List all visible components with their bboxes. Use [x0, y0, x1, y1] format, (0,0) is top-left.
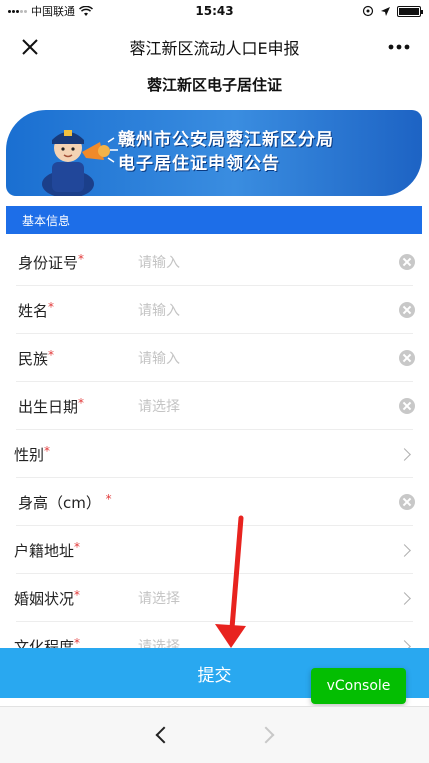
- field-label: 性别: [14, 445, 45, 464]
- police-mascot-icon: [42, 130, 118, 196]
- marital-status-select[interactable]: 请选择: [138, 588, 400, 608]
- clear-icon[interactable]: [399, 302, 415, 318]
- page-title: 蓉江新区电子居住证: [146, 76, 282, 94]
- bottom-toolbar: [0, 706, 429, 763]
- chevron-right-icon[interactable]: [398, 447, 411, 461]
- vconsole-button[interactable]: vConsole: [311, 668, 406, 704]
- required-mark: *: [78, 395, 85, 410]
- section-header: 基本信息: [6, 206, 422, 234]
- clear-icon[interactable]: [399, 350, 415, 366]
- field-label: 身份证号: [18, 253, 79, 272]
- form-row-height[interactable]: 身高（cm） *: [0, 478, 429, 526]
- nav-title: 蓉江新区流动人口E申报: [129, 39, 300, 58]
- back-icon[interactable]: [155, 726, 172, 744]
- banner-title-line1: 赣州市公安局蓉江新区分局: [118, 130, 334, 150]
- field-label: 出生日期: [18, 397, 79, 416]
- form-row-ethnicity[interactable]: 民族* 请输入: [0, 334, 429, 382]
- required-mark: *: [44, 443, 51, 458]
- field-label: 民族: [18, 349, 49, 368]
- ethnicity-input[interactable]: 请输入: [138, 348, 399, 368]
- required-mark: *: [74, 539, 81, 554]
- clear-icon[interactable]: [399, 398, 415, 414]
- status-time: 15:43: [195, 4, 234, 18]
- form-row-household-address[interactable]: 户籍地址*: [0, 526, 429, 574]
- required-mark: *: [105, 491, 112, 506]
- chevron-right-icon[interactable]: [398, 543, 411, 557]
- banner-title-line2: 电子居住证申领公告: [118, 154, 280, 174]
- clear-icon[interactable]: [399, 494, 415, 510]
- more-icon[interactable]: [369, 22, 429, 72]
- form-row-birth-date[interactable]: 出生日期* 请选择: [0, 382, 429, 430]
- forward-icon[interactable]: [257, 726, 274, 744]
- location-icon: [362, 5, 374, 17]
- form-row-marital-status[interactable]: 婚姻状况* 请选择: [0, 574, 429, 622]
- form-row-gender[interactable]: 性别*: [0, 430, 429, 478]
- form-row-id-number[interactable]: 身份证号* 请输入: [0, 238, 429, 286]
- battery-icon: [397, 5, 423, 17]
- chevron-right-icon[interactable]: [398, 591, 411, 605]
- close-icon[interactable]: [0, 22, 60, 72]
- navigation-icon: [381, 6, 390, 16]
- field-label: 身高（cm）: [18, 493, 101, 512]
- required-mark: *: [74, 587, 81, 602]
- carrier-label: 中国联通: [31, 5, 75, 18]
- required-mark: *: [48, 299, 55, 314]
- form-list: 身份证号* 请输入 姓名* 请输入 民族* 请输入 出生日期* 请选择 性别* …: [0, 238, 429, 670]
- required-mark: *: [48, 347, 55, 362]
- clear-icon[interactable]: [399, 254, 415, 270]
- field-label: 姓名: [18, 301, 49, 320]
- name-input[interactable]: 请输入: [138, 300, 399, 320]
- nav-bar: 蓉江新区流动人口E申报: [0, 22, 429, 72]
- announcement-banner[interactable]: 赣州市公安局蓉江新区分局 电子居住证申领公告: [6, 110, 422, 196]
- field-label: 婚姻状况: [14, 589, 75, 608]
- required-mark: *: [78, 251, 85, 266]
- field-label: 户籍地址: [14, 541, 75, 560]
- birth-date-picker[interactable]: 请选择: [138, 396, 399, 416]
- signal-icon: [8, 9, 27, 13]
- wifi-icon: [79, 5, 93, 16]
- status-bar: 中国联通 15:43: [0, 0, 429, 22]
- form-row-name[interactable]: 姓名* 请输入: [0, 286, 429, 334]
- id-number-input[interactable]: 请输入: [138, 252, 399, 272]
